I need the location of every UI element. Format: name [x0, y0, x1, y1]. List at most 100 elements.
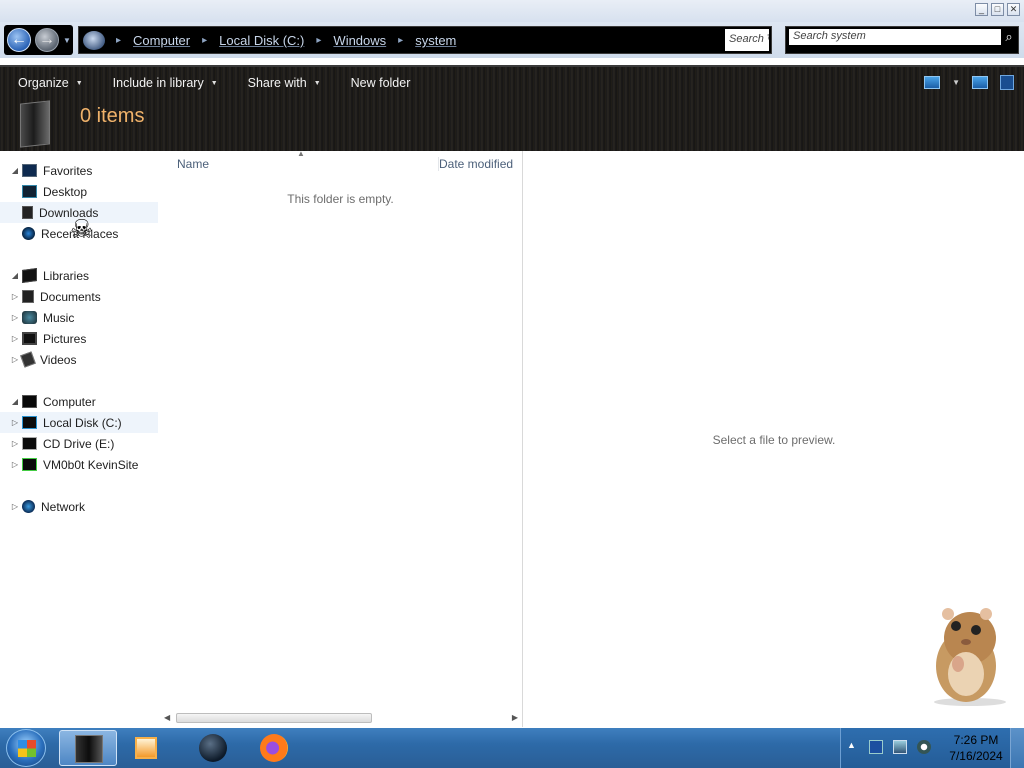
- nav-item-cd-drive[interactable]: ▷ CD Drive (E:): [0, 433, 158, 454]
- new-folder-label: New folder: [350, 76, 411, 90]
- nav-label: Pictures: [43, 331, 87, 346]
- new-folder-button[interactable]: New folder: [333, 67, 423, 99]
- media-player-icon: [135, 737, 157, 759]
- address-bar[interactable]: ▸ Computer ▸ Local Disk (C:) ▸ Windows ▸…: [78, 26, 772, 54]
- nav-label: Network: [41, 499, 86, 514]
- breadcrumb-windows[interactable]: Windows: [328, 33, 391, 48]
- taskbar-explorer[interactable]: [59, 730, 117, 766]
- taskbar-firefox[interactable]: [245, 730, 303, 766]
- collapsed-arrow-icon[interactable]: ▷: [10, 460, 20, 469]
- preview-pane-icon[interactable]: [972, 76, 988, 89]
- back-button[interactable]: ←: [7, 28, 31, 52]
- computer-icon: [22, 395, 37, 408]
- taskbar-globe-app[interactable]: [184, 730, 242, 766]
- nav-label: Libraries: [43, 268, 90, 283]
- taskbar-media-player[interactable]: [120, 730, 178, 766]
- include-in-library-button[interactable]: Include in library ▼: [95, 67, 230, 99]
- organize-button[interactable]: Organize ▼: [0, 67, 95, 99]
- nav-label: Music: [43, 310, 75, 325]
- breadcrumb-separator[interactable]: ▸: [309, 35, 328, 46]
- nav-network[interactable]: ▷ Network: [0, 496, 158, 517]
- nav-item-videos[interactable]: ▷ Videos: [0, 349, 158, 370]
- scrollbar-thumb[interactable]: [176, 713, 372, 723]
- maximize-button[interactable]: □: [991, 3, 1004, 16]
- explorer-icon: [75, 735, 103, 763]
- collapsed-arrow-icon[interactable]: ▷: [10, 355, 20, 364]
- chevron-down-icon: ▼: [210, 79, 218, 87]
- collapsed-arrow-icon[interactable]: ▷: [10, 502, 20, 511]
- nav-label: Computer: [43, 394, 96, 409]
- change-view-icon[interactable]: [924, 76, 941, 89]
- clock[interactable]: 7:26 PM 7/16/2024: [941, 732, 1011, 764]
- collapsed-arrow-icon[interactable]: ▷: [10, 439, 20, 448]
- computer-icon: [83, 31, 105, 50]
- search-icon[interactable]: ⌕: [1002, 29, 1016, 45]
- breadcrumb-local-disk[interactable]: Local Disk (C:): [214, 33, 309, 48]
- view-options-dropdown[interactable]: ▼: [952, 78, 960, 87]
- search-input[interactable]: Search system: [789, 29, 1001, 45]
- chevron-down-icon: ▼: [75, 79, 83, 87]
- collapsed-arrow-icon[interactable]: ▷: [10, 292, 20, 301]
- videos-icon: [20, 351, 36, 368]
- expanded-arrow-icon[interactable]: ◢: [10, 397, 20, 406]
- nav-item-network-site[interactable]: ▷ VM0b0t KevinSite: [0, 454, 158, 475]
- scroll-right-icon[interactable]: ▶: [508, 712, 518, 724]
- show-hidden-icons-button[interactable]: ▲: [847, 740, 856, 750]
- clock-date: 7/16/2024: [949, 749, 1003, 763]
- network-icon: [22, 500, 35, 513]
- volume-icon[interactable]: [917, 740, 931, 754]
- firefox-icon: [260, 734, 288, 762]
- close-button[interactable]: ✕: [1007, 3, 1020, 16]
- expanded-arrow-icon[interactable]: ◢: [10, 271, 20, 280]
- view-controls: ▼: [924, 75, 1014, 90]
- tray-app-icon[interactable]: [869, 740, 883, 754]
- collapsed-arrow-icon[interactable]: ▷: [10, 418, 20, 427]
- skull-cursor-icon: ☠: [70, 214, 94, 244]
- help-icon[interactable]: [1000, 75, 1014, 90]
- file-list[interactable]: ▲ Name Date modified This folder is empt…: [158, 149, 523, 727]
- expanded-arrow-icon[interactable]: ◢: [10, 166, 20, 175]
- column-date-modified[interactable]: Date modified: [438, 157, 513, 171]
- minimize-button[interactable]: _: [975, 3, 988, 16]
- collapsed-arrow-icon[interactable]: ▷: [10, 313, 20, 322]
- breadcrumb-system[interactable]: system: [410, 33, 461, 48]
- nav-label: Documents: [40, 289, 101, 304]
- address-search-hint: Search: [729, 33, 764, 45]
- collapsed-arrow-icon[interactable]: ▷: [10, 334, 20, 343]
- nav-buttons: ← → ▼: [4, 25, 73, 55]
- nav-favorites[interactable]: ◢ Favorites: [0, 160, 158, 181]
- system-tray: ▲ 7:26 PM 7/16/2024: [840, 728, 1024, 768]
- forward-button[interactable]: →: [35, 28, 59, 52]
- nav-label: Local Disk (C:): [43, 415, 122, 430]
- nav-label: Desktop: [43, 184, 88, 199]
- address-row: ← → ▼ ▸ Computer ▸ Local Disk (C:) ▸ Win…: [0, 22, 1024, 58]
- nav-item-pictures[interactable]: ▷ Pictures: [0, 328, 158, 349]
- network-location-icon: [22, 458, 37, 471]
- breadcrumb-separator[interactable]: ▸: [195, 35, 214, 46]
- column-name[interactable]: Name: [177, 157, 209, 171]
- documents-icon: [22, 290, 34, 303]
- nav-label: CD Drive (E:): [43, 436, 115, 451]
- favorites-icon: [22, 164, 37, 177]
- breadcrumb-separator[interactable]: ▸: [391, 35, 410, 46]
- scroll-left-icon[interactable]: ◀: [164, 712, 174, 724]
- breadcrumb-computer[interactable]: Computer: [128, 33, 195, 48]
- refresh-button[interactable]: Search ↻: [725, 29, 769, 51]
- nav-item-desktop[interactable]: Desktop: [0, 181, 158, 202]
- nav-computer[interactable]: ◢ Computer: [0, 391, 158, 412]
- nav-item-music[interactable]: ▷ Music: [0, 307, 158, 328]
- start-button[interactable]: [6, 729, 46, 767]
- details-pane: 0 items: [0, 99, 1024, 153]
- search-box[interactable]: Search system ⌕: [785, 26, 1019, 54]
- network-tray-icon[interactable]: [893, 740, 907, 754]
- recent-pages-dropdown[interactable]: ▼: [63, 36, 71, 45]
- nav-label: Favorites: [43, 163, 93, 178]
- share-with-button[interactable]: Share with ▼: [230, 67, 333, 99]
- nav-item-local-disk[interactable]: ▷ Local Disk (C:): [0, 412, 158, 433]
- horizontal-scrollbar[interactable]: ◀ ▶: [164, 712, 518, 724]
- recent-places-icon: [22, 227, 35, 240]
- show-desktop-button[interactable]: [1010, 728, 1024, 768]
- nav-item-documents[interactable]: ▷ Documents: [0, 286, 158, 307]
- nav-libraries[interactable]: ◢ Libraries: [0, 265, 158, 286]
- breadcrumb-separator[interactable]: ▸: [109, 35, 128, 46]
